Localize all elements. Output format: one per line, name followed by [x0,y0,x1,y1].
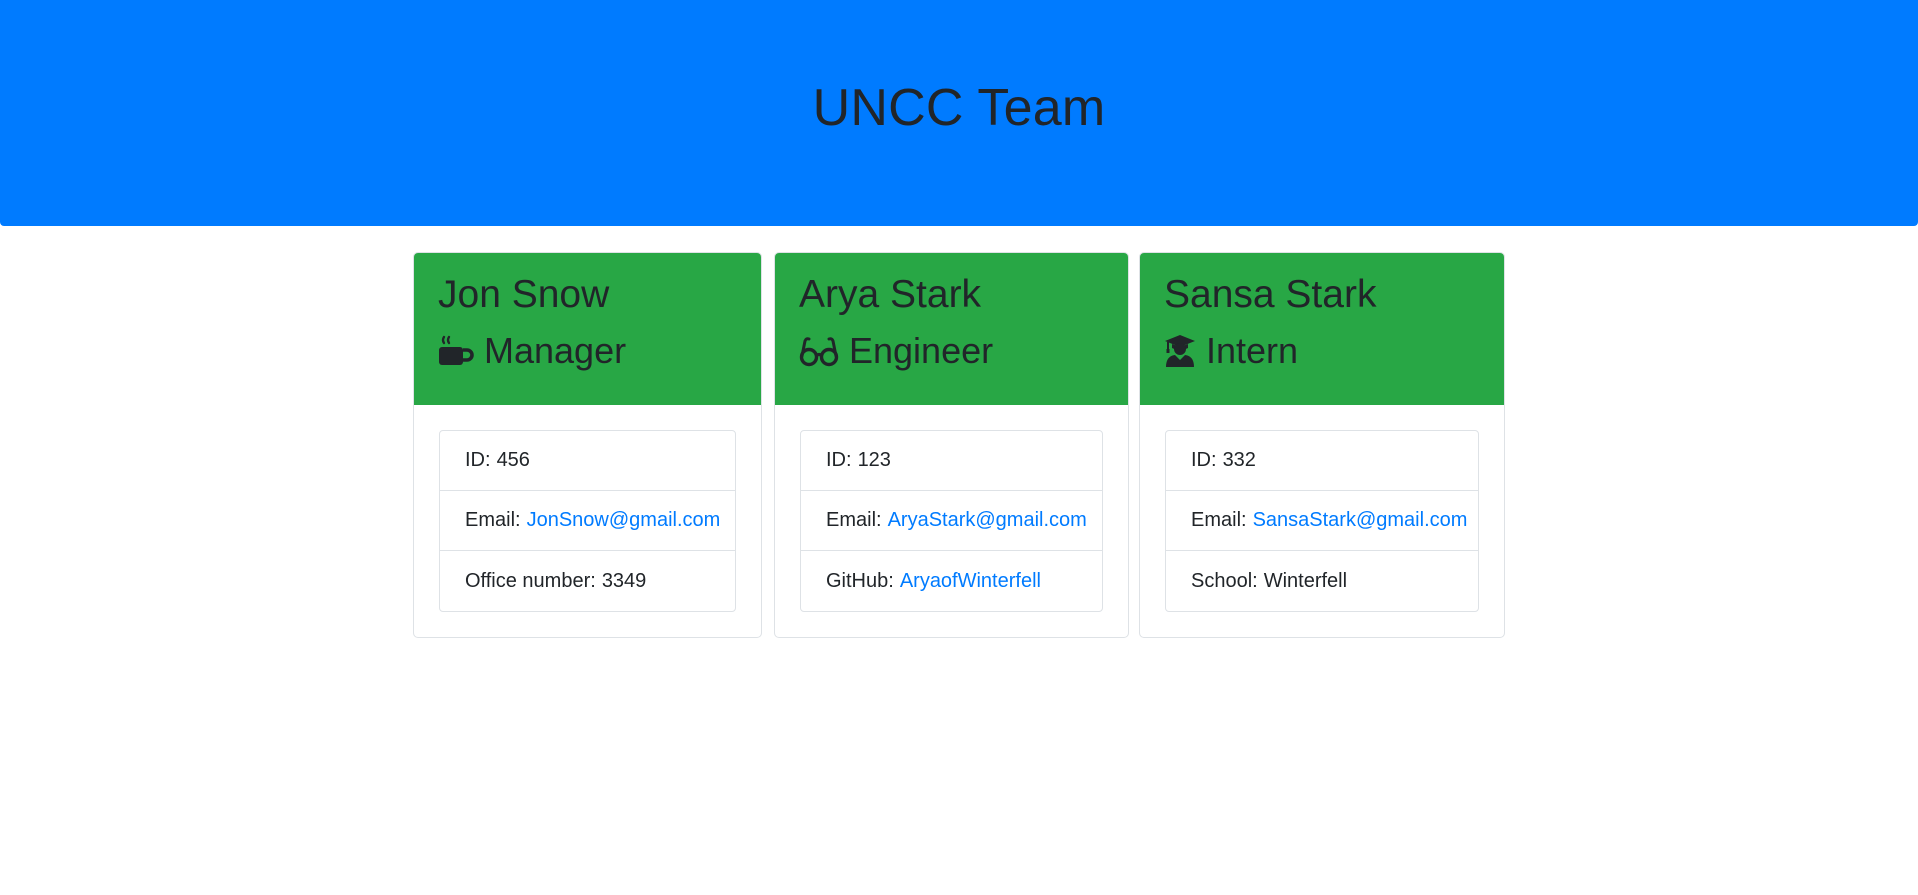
employee-email: Email: AryaStark@gmail.com [801,491,1102,551]
employee-role: Intern [1164,329,1480,373]
email-label: Email: [826,509,882,531]
card-header: Jon Snow Manager [414,253,761,405]
email-label: Email: [465,509,521,531]
email-link[interactable]: SansaStark@gmail.com [1253,509,1468,532]
id-label: ID: [1191,449,1217,471]
employee-name: Jon Snow [438,273,610,316]
employee-card-manager: Jon Snow Manager ID: 456 Email: JonSnow@… [413,252,762,638]
employee-role-label: Manager [484,330,627,371]
employee-id: ID: 332 [1166,431,1478,491]
employee-details: ID: 123 Email: AryaStark@gmail.com GitHu… [800,430,1103,612]
employee-card-engineer: Arya Stark Engineer ID: 123 Email: AryaS… [774,252,1129,638]
employee-role-label: Engineer [849,330,994,371]
employee-school: School: Winterfell [1166,551,1478,611]
id-label: ID: [826,449,852,471]
github-link[interactable]: AryaofWinterfell [900,570,1041,593]
employee-details: ID: 456 Email: JonSnow@gmail.com Office … [439,430,736,612]
email-link[interactable]: JonSnow@gmail.com [527,509,721,532]
employee-name: Sansa Stark [1164,273,1377,316]
id-value: 456 [496,449,530,471]
employee-email: Email: JonSnow@gmail.com [440,491,735,551]
employee-office-number: Office number: 3349 [440,551,735,611]
employee-id: ID: 456 [440,431,735,491]
mug-hot-icon [438,333,474,369]
employee-github: GitHub: AryaofWinterfell [801,551,1102,611]
employee-card-intern: Sansa Stark Intern ID: 332 Email: SansaS… [1139,252,1505,638]
email-label: Email: [1191,509,1247,531]
card-body: ID: 123 Email: AryaStark@gmail.com GitHu… [775,405,1128,637]
employee-email: Email: SansaStark@gmail.com [1166,491,1478,551]
github-label: GitHub: [826,569,894,592]
id-label: ID: [465,449,491,471]
email-link[interactable]: AryaStark@gmail.com [888,509,1087,532]
employee-role: Manager [438,329,737,373]
user-graduate-icon [1164,333,1196,369]
office-number-label: Office number: [465,569,596,592]
employee-role-label: Intern [1206,330,1299,371]
school-label: School: [1191,569,1258,592]
card-header: Arya Stark Engineer [775,253,1128,405]
id-value: 123 [857,449,891,471]
school-value: Winterfell [1263,569,1348,592]
employee-role: Engineer [799,329,1104,373]
team-header: UNCC Team [0,0,1918,226]
office-number-value: 3349 [601,569,647,592]
id-value: 332 [1222,449,1256,471]
glasses-icon [799,333,839,369]
card-header: Sansa Stark Intern [1140,253,1504,405]
card-body: ID: 332 Email: SansaStark@gmail.com Scho… [1140,405,1504,637]
employee-id: ID: 123 [801,431,1102,491]
team-cards: Jon Snow Manager ID: 456 Email: JonSnow@… [0,252,1918,652]
page-title: UNCC Team [812,79,1106,137]
employee-name: Arya Stark [799,273,982,316]
card-body: ID: 456 Email: JonSnow@gmail.com Office … [414,405,761,637]
employee-details: ID: 332 Email: SansaStark@gmail.com Scho… [1165,430,1479,612]
